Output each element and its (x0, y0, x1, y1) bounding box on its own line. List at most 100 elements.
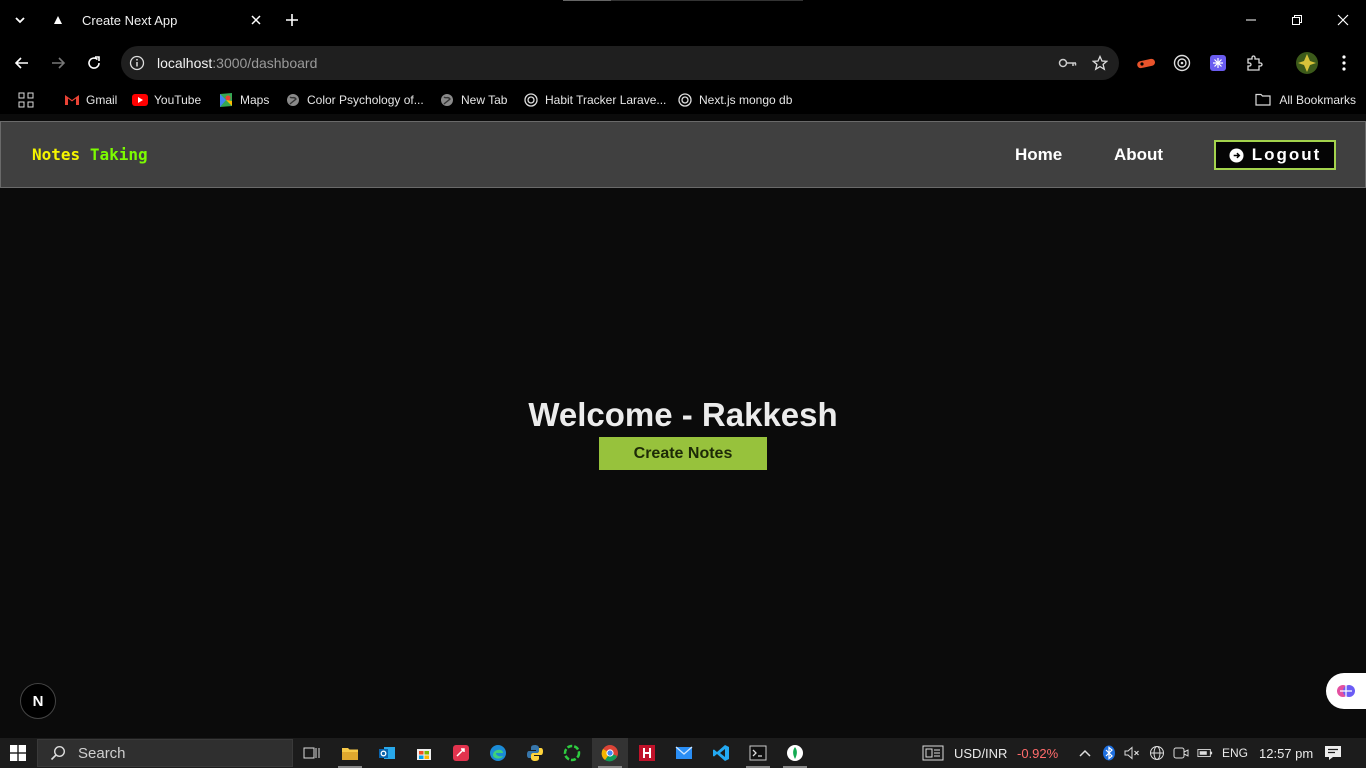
taskbar-edge[interactable] (480, 738, 516, 768)
folder-icon (1255, 93, 1271, 107)
taskbar-outlook[interactable] (369, 738, 405, 768)
bookmark-label: Habit Tracker Larave... (545, 93, 667, 107)
bookmark-new-tab[interactable]: New Tab (439, 91, 507, 109)
clock-time[interactable]: 12:57 pm (1259, 738, 1313, 768)
restore-button[interactable] (1274, 0, 1320, 40)
youtube-icon (132, 92, 148, 108)
app-navbar: Notes Taking Home About Logout (0, 121, 1366, 188)
bookmark-label: Gmail (86, 93, 118, 107)
browser-menu-icon[interactable] (1330, 49, 1358, 77)
logout-button[interactable]: Logout (1214, 140, 1336, 170)
nav-about-link[interactable]: About (1114, 145, 1163, 165)
network-globe-icon[interactable] (1149, 745, 1165, 761)
bookmark-youtube[interactable]: YouTube (132, 91, 201, 109)
task-view-icon (303, 747, 320, 759)
bookmark-label: Maps (240, 93, 270, 107)
web-page: Notes Taking Home About Logout Welcome -… (0, 121, 1366, 738)
bookmark-gmail[interactable]: Gmail (64, 91, 117, 109)
address-bar[interactable]: localhost:3000/dashboard (121, 46, 1119, 80)
url-host: localhost (157, 55, 213, 71)
bookmark-star-icon[interactable] (1087, 50, 1113, 76)
bookmark-label: Color Psychology of... (307, 93, 424, 107)
brand-logo[interactable]: Notes Taking (32, 145, 148, 164)
password-key-icon[interactable] (1055, 50, 1081, 76)
chevron-down-icon (15, 17, 25, 24)
url-path: :3000/dashboard (212, 55, 318, 71)
ticker-change: -0.92% (1017, 745, 1059, 761)
battery-icon[interactable] (1197, 745, 1213, 761)
bookmark-nextjs-mongo[interactable]: Next.js mongo db (677, 91, 792, 109)
file-explorer-icon (342, 747, 358, 760)
ticker-symbol[interactable]: USD/INR (954, 738, 1007, 768)
new-tab-button[interactable] (280, 8, 304, 32)
speaker-muted-icon[interactable] (1124, 745, 1140, 761)
forward-button[interactable] (43, 47, 73, 79)
apps-grid-icon[interactable] (18, 92, 34, 108)
browser-tab[interactable]: Create Next App (40, 4, 272, 36)
taskbar-file-explorer[interactable] (332, 738, 368, 768)
minimize-button[interactable] (1228, 0, 1274, 40)
notification-center-icon[interactable] (1324, 745, 1342, 761)
taskbar-python[interactable] (517, 738, 553, 768)
back-button[interactable] (7, 47, 37, 79)
tab-close-icon[interactable] (246, 10, 266, 30)
plus-icon (286, 14, 298, 26)
tab-divider-highlight (563, 0, 611, 1)
nextjs-dev-indicator[interactable]: N (20, 683, 56, 719)
profile-avatar[interactable] (1293, 49, 1321, 77)
red-app-icon (453, 745, 469, 761)
input-language[interactable]: ENG (1222, 738, 1248, 768)
close-icon (1337, 14, 1349, 26)
bookmark-maps[interactable]: Maps (218, 91, 269, 109)
brand-word-1: Notes (32, 145, 81, 164)
search-placeholder: Search (78, 744, 126, 762)
restore-icon (1292, 15, 1302, 25)
taskbar-store[interactable] (406, 738, 442, 768)
logout-icon (1229, 147, 1244, 163)
brain-icon (1337, 685, 1355, 697)
start-button[interactable] (0, 738, 36, 768)
loader-icon (563, 744, 581, 762)
nav-home-link[interactable]: Home (1015, 145, 1062, 165)
extension-target-icon[interactable] (1168, 49, 1196, 77)
site-info-icon[interactable] (127, 53, 147, 73)
triangle-favicon-icon (50, 12, 66, 28)
taskbar-red-app[interactable] (443, 738, 479, 768)
mongodb-icon (787, 745, 803, 761)
taskbar-mail[interactable] (666, 738, 702, 768)
extensions-puzzle-icon[interactable] (1240, 49, 1268, 77)
task-view-button[interactable] (294, 738, 330, 768)
all-bookmarks-button[interactable]: All Bookmarks (1255, 91, 1356, 109)
openai-icon (677, 92, 693, 108)
windows-taskbar: Search USD/INR -0.92% ENG 12:57 pm (0, 738, 1366, 768)
close-window-button[interactable] (1320, 0, 1366, 40)
gmail-icon (64, 92, 80, 108)
tray-overflow-chevron-icon[interactable] (1077, 745, 1093, 761)
brain-extension-widget[interactable] (1326, 673, 1366, 709)
windows-logo-icon (10, 745, 26, 761)
extension-orange-icon[interactable] (1132, 49, 1160, 77)
camera-icon[interactable] (1173, 745, 1189, 761)
mail-icon (675, 746, 693, 759)
taskbar-mongodb-compass[interactable] (777, 738, 813, 768)
extension-purple-icon[interactable] (1204, 49, 1232, 77)
url-text[interactable]: localhost:3000/dashboard (157, 55, 1055, 71)
python-icon (527, 745, 543, 761)
taskbar-chrome[interactable] (592, 738, 628, 768)
bookmark-color-psychology[interactable]: Color Psychology of... (285, 91, 424, 109)
create-notes-button[interactable]: Create Notes (599, 437, 767, 470)
browser-toolbar: localhost:3000/dashboard (0, 40, 1366, 86)
taskbar-h-app[interactable] (629, 738, 665, 768)
taskbar-vscode[interactable] (703, 738, 739, 768)
bookmark-habit-tracker[interactable]: Habit Tracker Larave... (523, 91, 666, 109)
reload-icon (88, 56, 100, 69)
edge-icon (490, 745, 506, 761)
taskbar-search-box[interactable]: Search (37, 739, 293, 767)
taskbar-terminal[interactable] (740, 738, 776, 768)
taskbar-green-loader[interactable] (554, 738, 590, 768)
reload-button[interactable] (79, 47, 109, 79)
back-arrow-icon (14, 57, 28, 69)
tab-search-menu-button[interactable] (6, 8, 34, 32)
bluetooth-icon[interactable] (1101, 745, 1117, 761)
news-widget-icon[interactable] (922, 745, 944, 761)
